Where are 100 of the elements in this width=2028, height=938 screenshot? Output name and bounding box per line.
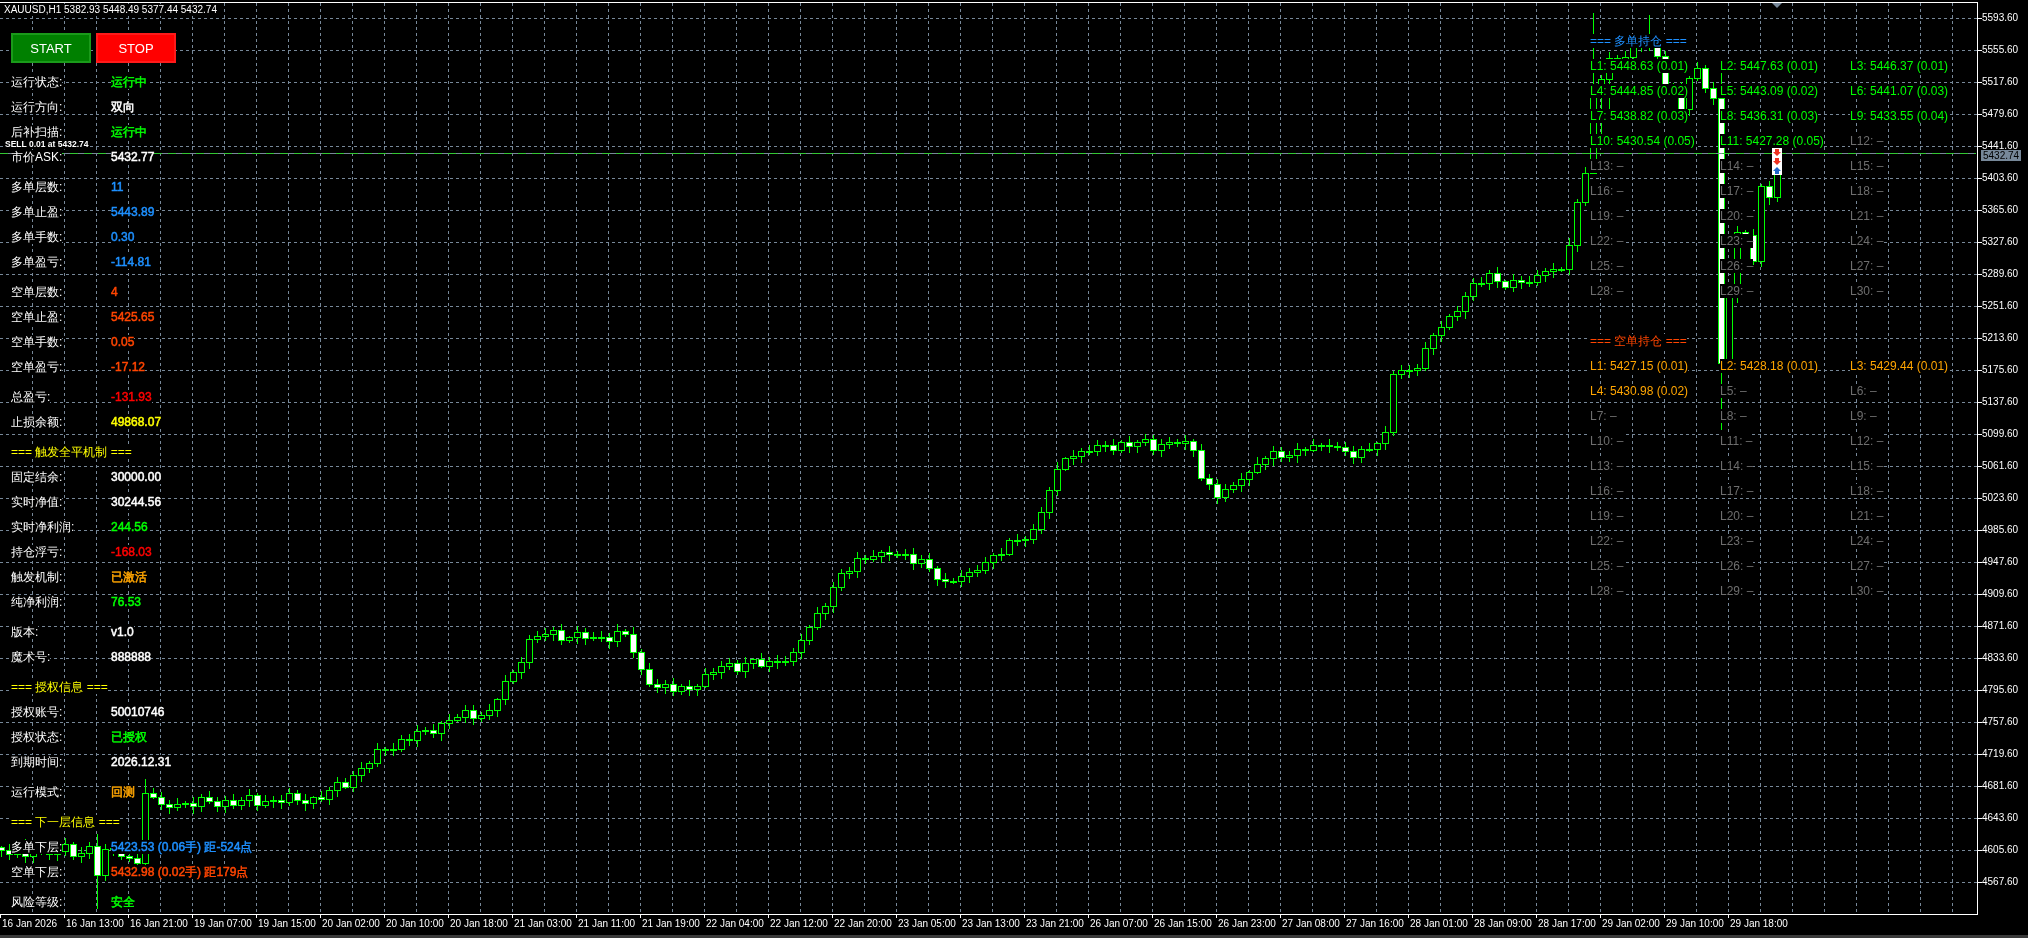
field-value: 运行中: [111, 125, 147, 139]
position-level: L8: 5436.31 (0.03): [1720, 109, 1819, 123]
price-label: 4947.60: [1982, 557, 2019, 567]
field-value: 49868.07: [111, 415, 162, 429]
field-value: 2026.12.31: [111, 755, 172, 769]
field-label: 空单盈亏:: [11, 360, 63, 374]
position-level: L2: 5447.63 (0.01): [1720, 59, 1819, 73]
up-arrow-icon: [1772, 166, 1782, 175]
position-level: L9: –: [1850, 409, 1877, 423]
field-label: 空单止盈:: [11, 310, 63, 324]
position-level: L11: –: [1720, 434, 1753, 448]
field-value: 76.53: [111, 595, 142, 609]
price-label: 5403.60: [1982, 173, 2019, 183]
time-label: 16 Jan 13:00: [66, 918, 124, 930]
field-label: 授权状态:: [11, 730, 63, 744]
price-label: 5555.60: [1982, 45, 2019, 55]
field-value: 已激活: [111, 570, 147, 584]
position-level: L5: 5443.09 (0.02): [1720, 84, 1819, 98]
field-label: 市价ASK:: [11, 150, 63, 164]
price-label: 4985.60: [1982, 525, 2019, 535]
position-level: L26: –: [1720, 559, 1754, 573]
time-label: 29 Jan 18:00: [1730, 918, 1788, 930]
time-label: 23 Jan 13:00: [962, 918, 1020, 930]
time-label: 28 Jan 01:00: [1410, 918, 1468, 930]
field-value: 244.56: [111, 520, 148, 534]
start-button[interactable]: START: [11, 33, 91, 63]
time-label: 21 Jan 03:00: [514, 918, 572, 930]
field-value: 50010746: [111, 705, 165, 719]
position-level: L15: –: [1850, 159, 1884, 173]
position-level: L10: –: [1590, 434, 1624, 448]
position-level: L20: –: [1720, 209, 1754, 223]
field-label: 纯净利润:: [11, 595, 63, 609]
price-label: 5137.60: [1982, 397, 2019, 407]
position-level: L18: –: [1850, 184, 1884, 198]
time-label: 22 Jan 20:00: [834, 918, 892, 930]
time-label: 28 Jan 17:00: [1538, 918, 1596, 930]
position-level: L19: –: [1590, 209, 1624, 223]
field-value: 11: [111, 180, 124, 194]
price-label: 5327.60: [1982, 237, 2019, 247]
price-label: 5213.60: [1982, 333, 2019, 343]
position-level: L4: 5430.98 (0.02): [1590, 384, 1689, 398]
field-label: 持仓浮亏:: [11, 545, 63, 559]
down-arrow-icon: [1772, 148, 1782, 157]
price-label: 4795.60: [1982, 685, 2019, 695]
field-label: 总盈亏:: [11, 390, 51, 404]
position-level: L11: 5427.28 (0.05): [1720, 134, 1824, 148]
field-label: 固定结余:: [11, 470, 63, 484]
price-label: 4643.60: [1982, 813, 2019, 823]
position-level: L1: 5427.15 (0.01): [1590, 359, 1689, 373]
position-level: L23: –: [1720, 534, 1754, 548]
price-label: 4757.60: [1982, 717, 2019, 727]
position-level: L3: 5446.37 (0.01): [1850, 59, 1949, 73]
down-arrow-icon: [1772, 157, 1782, 166]
position-level: L6: 5441.07 (0.03): [1850, 84, 1949, 98]
time-label: 20 Jan 10:00: [386, 918, 444, 930]
position-level: L4: 5444.85 (0.02): [1590, 84, 1689, 98]
field-label: 风险等级:: [11, 895, 63, 909]
position-level: L14: –: [1720, 159, 1754, 173]
position-level: L28: –: [1590, 284, 1624, 298]
field-label: 空单层数:: [11, 285, 63, 299]
time-label: 26 Jan 15:00: [1154, 918, 1212, 930]
position-level: L13: –: [1590, 459, 1624, 473]
position-level: L27: –: [1850, 559, 1884, 573]
order-line-label: SELL 0.01 at 5432.74: [5, 139, 89, 149]
position-level: L17: –: [1720, 484, 1754, 498]
time-label: 16 Jan 2026: [2, 918, 58, 930]
price-label: 4833.60: [1982, 653, 2019, 663]
field-label: 空单手数:: [11, 335, 63, 349]
price-label: 5251.60: [1982, 301, 2019, 311]
field-label: 实时净利润:: [11, 520, 75, 534]
field-label: 多单手数:: [11, 230, 63, 244]
field-value: 安全: [111, 895, 135, 909]
time-label: 23 Jan 21:00: [1026, 918, 1084, 930]
triangle-marker-icon: [1772, 3, 1782, 8]
position-level: L16: –: [1590, 484, 1624, 498]
field-value: 30000.00: [111, 470, 162, 484]
field-label: 多单止盈:: [11, 205, 63, 219]
field-label: 运行状态:: [11, 75, 63, 89]
field-value: -17.12: [111, 360, 146, 374]
field-value: 5443.89: [111, 205, 155, 219]
position-level: L16: –: [1590, 184, 1624, 198]
position-level: L15: –: [1850, 459, 1884, 473]
section-title: === 授权信息 ===: [11, 680, 108, 694]
position-level: L12: –: [1850, 434, 1884, 448]
time-label: 26 Jan 23:00: [1218, 918, 1276, 930]
field-value: 5423.53 (0.06手) 距-524点: [111, 840, 253, 854]
position-level: L9: 5433.55 (0.04): [1850, 109, 1949, 123]
position-level: L23: –: [1720, 234, 1754, 248]
field-value: -131.93: [111, 390, 152, 404]
field-label: 版本:: [11, 625, 39, 639]
field-label: 授权账号:: [11, 705, 63, 719]
position-level: L6: –: [1850, 384, 1877, 398]
field-value: v1.0: [111, 625, 134, 639]
field-label: 实时净值:: [11, 495, 63, 509]
field-label: 到期时间:: [11, 755, 63, 769]
positions-title: === 多单持仓 ===: [1590, 34, 1687, 48]
field-label: 多单盈亏:: [11, 255, 63, 269]
time-label: 16 Jan 21:00: [130, 918, 188, 930]
stop-button[interactable]: STOP: [96, 33, 176, 63]
position-level: L24: –: [1850, 234, 1884, 248]
